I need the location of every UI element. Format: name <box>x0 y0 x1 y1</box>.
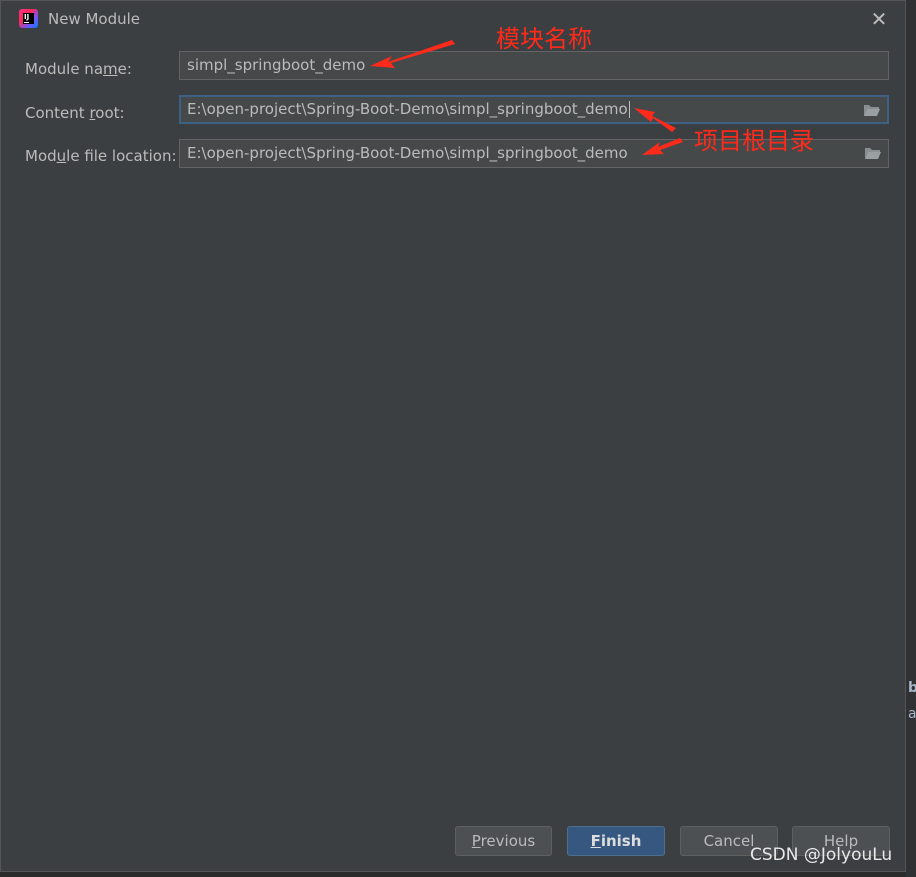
csdn-watermark: CSDN @JolyouLu <box>750 845 893 865</box>
annotation-arrows <box>370 40 683 155</box>
arrow-to-content-root <box>634 108 676 132</box>
arrow-to-module-file-location <box>642 138 683 155</box>
arrow-to-module-name <box>370 40 455 68</box>
